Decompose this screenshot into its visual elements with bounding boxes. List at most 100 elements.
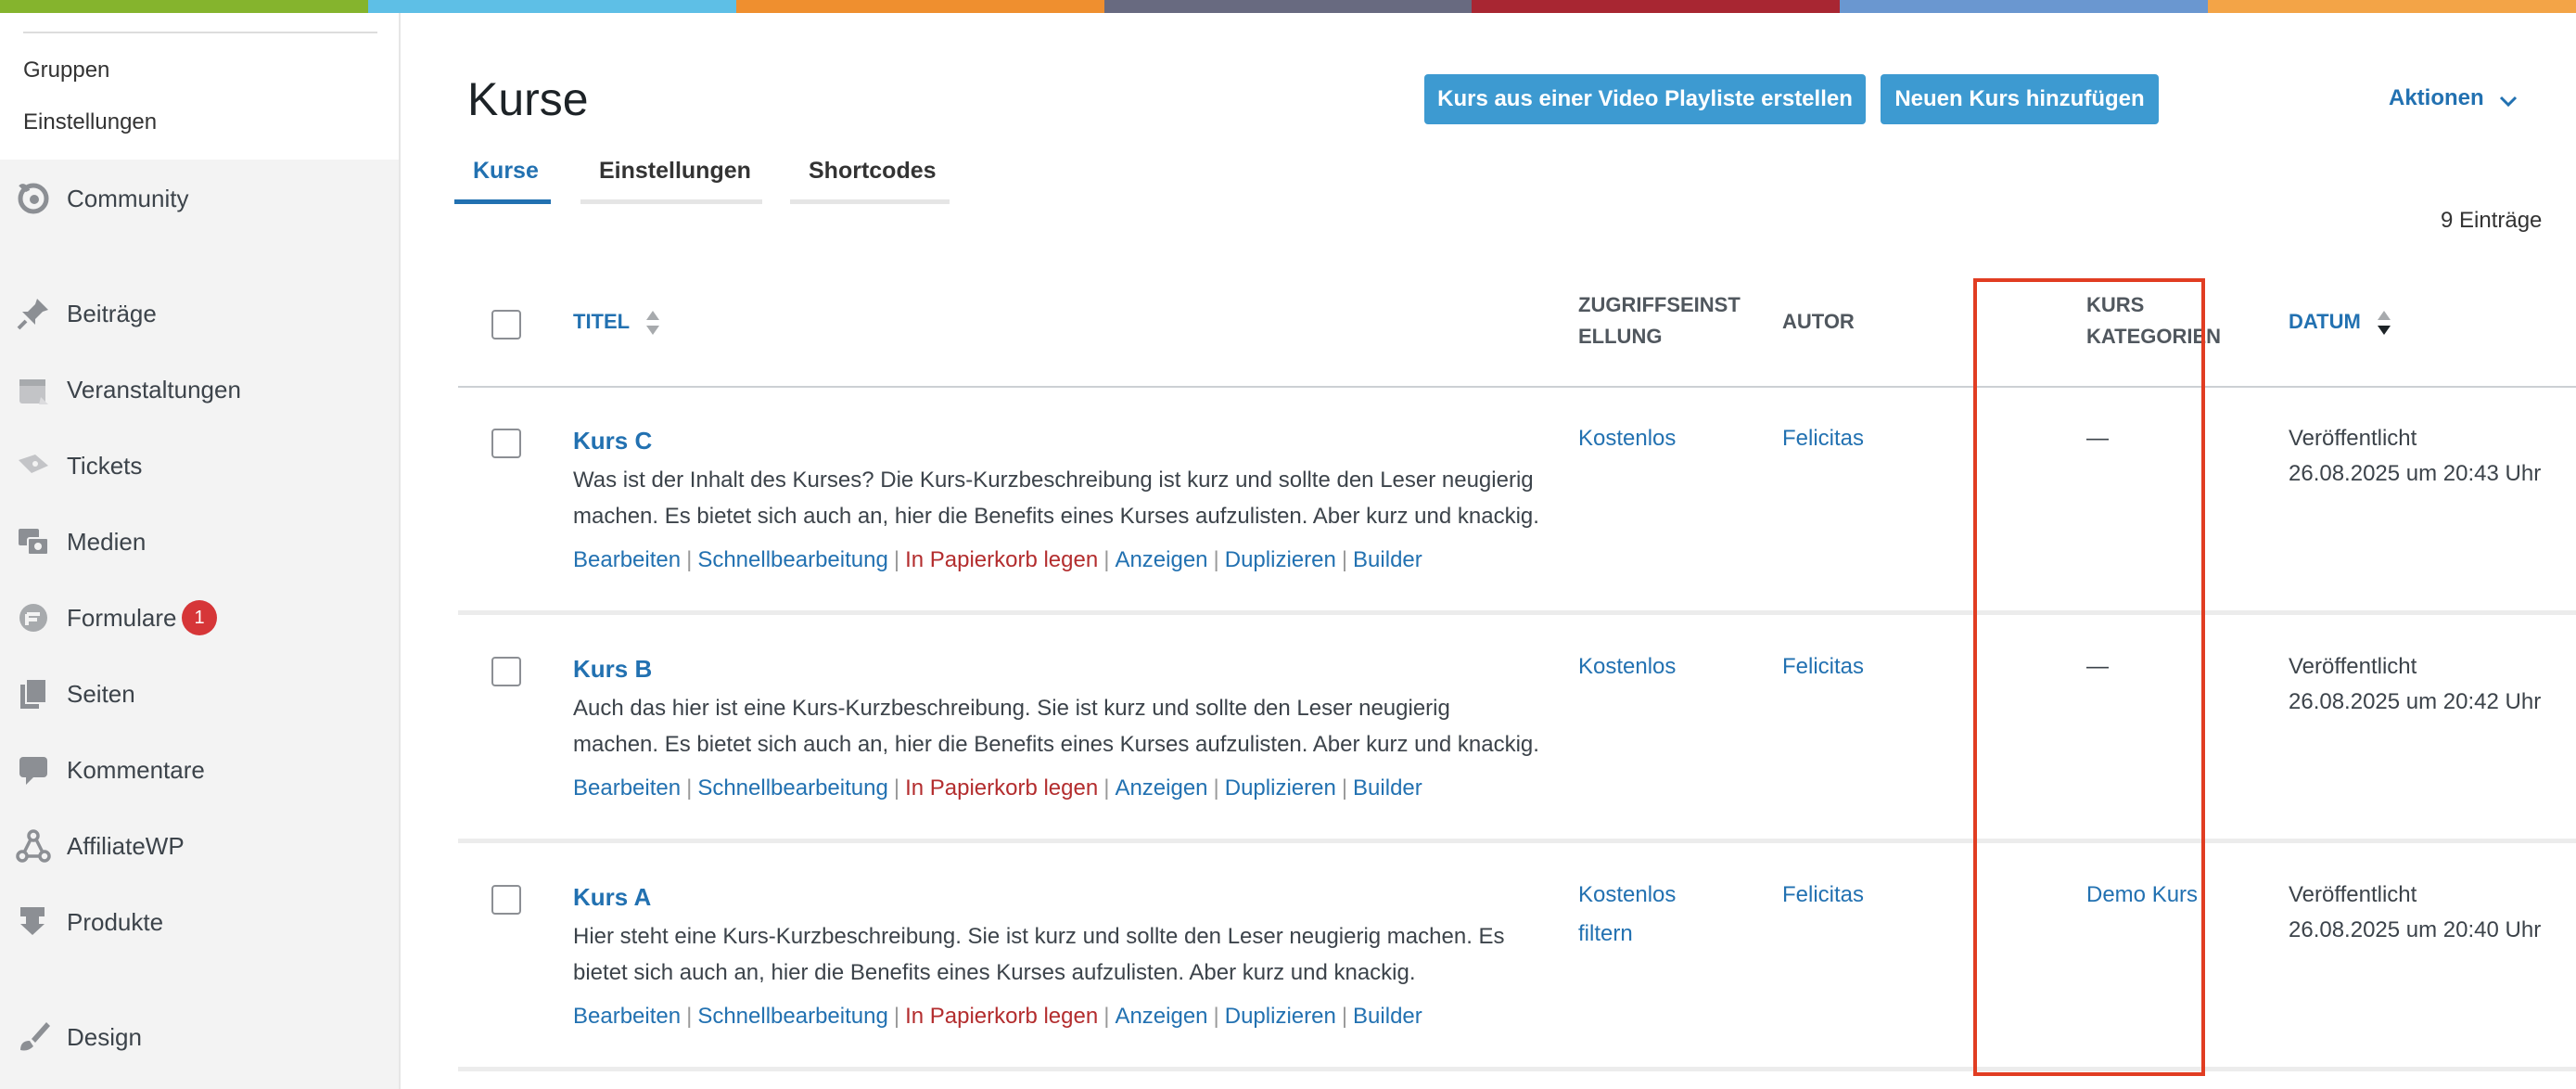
tab-kurse[interactable]: Kurse <box>473 158 539 185</box>
separator: | <box>1213 1004 1219 1029</box>
sidebar-item-kommentare[interactable]: Kommentare <box>0 742 399 798</box>
course-title-link[interactable]: Kurs A <box>573 883 651 912</box>
page-title: Kurse <box>467 73 589 125</box>
separator: | <box>1213 547 1219 572</box>
duplicate-link[interactable]: Duplizieren <box>1225 1004 1336 1029</box>
tab-underline <box>790 199 950 204</box>
description-line: Was ist der Inhalt des Kurses? Die Kurs-… <box>573 468 1534 493</box>
builder-link[interactable]: Builder <box>1353 1004 1422 1029</box>
row-actions: Bearbeiten | Schnellbearbeitung | In Papierk… <box>573 547 1422 573</box>
course-title-link[interactable]: Kurs C <box>573 427 652 455</box>
quick-edit-link[interactable]: Schnellbearbeitung <box>697 547 888 572</box>
publish-date: 26.08.2025 um 20:43 Uhr <box>2289 461 2542 486</box>
column-date-sort[interactable]: DATUM <box>2289 306 2392 338</box>
sidebar-item-label: Beiträge <box>67 299 157 327</box>
course-description: Auch das hier ist eine Kurs-Kurzbeschrei… <box>573 690 1556 762</box>
sidebar-item-label: Produkte <box>67 907 164 936</box>
tab-einstellungen[interactable]: Einstellungen <box>599 158 751 185</box>
brush-icon <box>15 1019 52 1056</box>
sidebar-item-formulare[interactable]: Formulare 1 <box>0 590 399 646</box>
row-checkbox[interactable] <box>491 885 521 915</box>
select-all-checkbox[interactable] <box>491 310 521 340</box>
trash-link[interactable]: In Papierkorb legen <box>905 547 1098 572</box>
row-checkbox[interactable] <box>491 657 521 686</box>
description-line: machen. Es bietet sich auch an, hier die… <box>573 732 1539 757</box>
description-line: Hier steht eine Kurs-Kurzbeschreibung. S… <box>573 924 1505 949</box>
download-icon <box>15 903 52 941</box>
publish-status: Veröffentlicht <box>2289 882 2417 907</box>
sidebar-item-tickets[interactable]: Tickets <box>0 438 399 493</box>
sidebar-item-community[interactable]: Community <box>0 171 399 226</box>
color-stripe <box>0 0 368 13</box>
sidebar-item-affiliatewp[interactable]: AffiliateWP <box>0 818 399 874</box>
color-stripe <box>735 0 1104 13</box>
table-row: Kurs C Was ist der Inhalt des Kurses? Di… <box>458 388 2576 615</box>
create-from-playlist-button[interactable]: Kurs aus einer Video Playliste erstellen <box>1424 74 1866 124</box>
comment-icon <box>15 751 52 788</box>
edit-link[interactable]: Bearbeiten <box>573 775 681 801</box>
access-filter-link[interactable]: filtern <box>1578 915 1633 954</box>
sidebar-item-produkte[interactable]: Produkte <box>0 894 399 950</box>
duplicate-link[interactable]: Duplizieren <box>1225 547 1336 572</box>
color-stripe <box>367 0 736 13</box>
sidebar-item-medien[interactable]: Medien <box>0 514 399 570</box>
trash-link[interactable]: In Papierkorb legen <box>905 775 1098 801</box>
trash-link[interactable]: In Papierkorb legen <box>905 1004 1098 1029</box>
course-title-link[interactable]: Kurs B <box>573 655 652 684</box>
separator: | <box>1341 547 1348 572</box>
admin-sidebar: Gruppen Einstellungen Community Beiträge… <box>0 13 401 1089</box>
separator: | <box>893 547 900 572</box>
quick-edit-link[interactable]: Schnellbearbeitung <box>697 1004 888 1029</box>
sidebar-item-seiten[interactable]: Seiten <box>0 666 399 722</box>
course-description: Hier steht eine Kurs-Kurzbeschreibung. S… <box>573 918 1556 991</box>
description-line: machen. Es bietet sich auch an, hier die… <box>573 504 1539 529</box>
view-link[interactable]: Anzeigen <box>1115 547 1207 572</box>
chevron-down-icon[interactable] <box>2498 91 2519 111</box>
separator: | <box>1213 775 1219 801</box>
separator: | <box>686 547 693 572</box>
submenu-item-gruppen[interactable]: Gruppen <box>23 58 109 83</box>
author-link[interactable]: Felicitas <box>1782 419 1864 458</box>
access-link[interactable]: Kostenlos <box>1578 876 1676 915</box>
sidebar-item-label: Veranstaltungen <box>67 375 241 404</box>
media-icon <box>15 523 52 560</box>
access-link[interactable]: Kostenlos <box>1578 647 1676 686</box>
view-link[interactable]: Anzeigen <box>1115 775 1207 801</box>
builder-link[interactable]: Builder <box>1353 775 1422 801</box>
edit-link[interactable]: Bearbeiten <box>573 547 681 572</box>
actions-dropdown[interactable]: Aktionen <box>2389 85 2484 111</box>
separator: | <box>1341 1004 1348 1029</box>
access-link[interactable]: Kostenlos <box>1578 419 1676 458</box>
pushpin-icon <box>15 295 52 332</box>
submenu-item-einstellungen[interactable]: Einstellungen <box>23 109 157 135</box>
sidebar-item-design[interactable]: Design <box>0 1009 399 1065</box>
separator: | <box>1103 1004 1110 1029</box>
sidebar-item-label: Tickets <box>67 451 143 480</box>
author-link[interactable]: Felicitas <box>1782 647 1864 686</box>
author-link[interactable]: Felicitas <box>1782 876 1864 915</box>
tab-underline <box>580 199 762 204</box>
color-stripe <box>1472 0 1841 13</box>
pages-icon <box>15 675 52 712</box>
view-link[interactable]: Anzeigen <box>1115 1004 1207 1029</box>
color-stripe <box>1103 0 1473 13</box>
edit-link[interactable]: Bearbeiten <box>573 1004 681 1029</box>
builder-link[interactable]: Builder <box>1353 547 1422 572</box>
calendar-icon <box>15 371 52 408</box>
column-title-label: TITEL <box>573 310 630 333</box>
quick-edit-link[interactable]: Schnellbearbeitung <box>697 775 888 801</box>
sidebar-item-veranstaltungen[interactable]: Veranstaltungen <box>0 362 399 417</box>
color-stripe <box>2208 0 2576 13</box>
sidebar-item-label: Design <box>67 1022 142 1051</box>
sidebar-item-beitraege[interactable]: Beiträge <box>0 286 399 341</box>
sidebar-item-label: Formulare <box>67 603 177 632</box>
row-checkbox[interactable] <box>491 429 521 458</box>
tab-shortcodes[interactable]: Shortcodes <box>809 158 937 185</box>
column-title-sort[interactable]: TITEL <box>573 306 661 338</box>
row-actions: Bearbeiten | Schnellbearbeitung | In Papierk… <box>573 775 1422 801</box>
add-course-button[interactable]: Neuen Kurs hinzufügen <box>1881 74 2159 124</box>
sidebar-item-label: Kommentare <box>67 755 205 784</box>
duplicate-link[interactable]: Duplizieren <box>1225 775 1336 801</box>
separator: | <box>1103 775 1110 801</box>
column-access-line: ELLUNG <box>1578 325 1663 348</box>
